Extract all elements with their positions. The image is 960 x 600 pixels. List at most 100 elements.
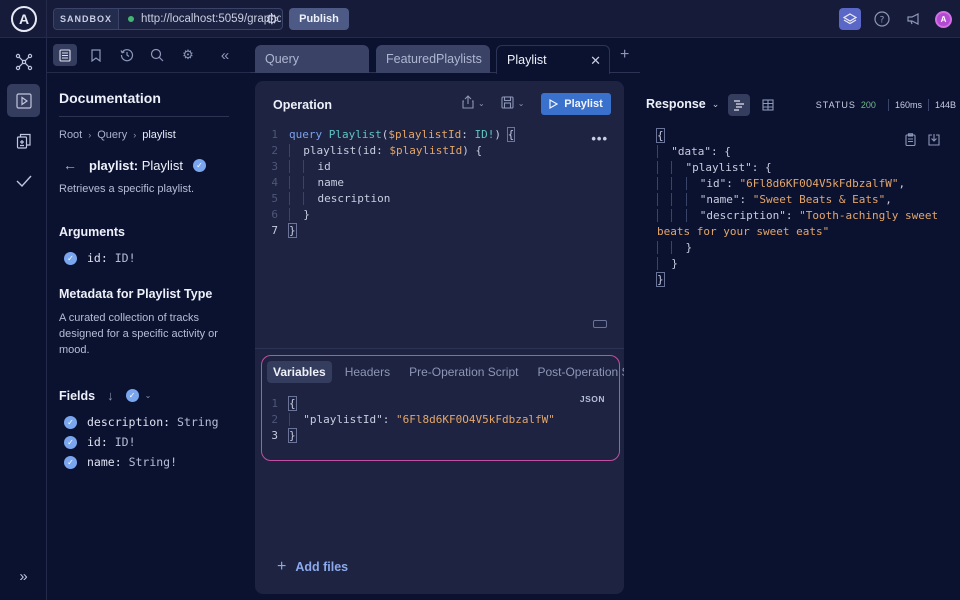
argument-row[interactable]: ✓ id: ID!: [64, 251, 238, 265]
field-row-type[interactable]: String!: [129, 455, 177, 469]
response-body[interactable]: { "data": { "playlist": { "id": "6Fl8d6K…: [656, 128, 957, 288]
bookmark-icon[interactable]: [84, 44, 108, 66]
argument-type[interactable]: ID!: [115, 251, 136, 265]
tab-playlist[interactable]: Playlist ✕: [496, 45, 610, 74]
code-line: 6 }: [271, 208, 310, 221]
settings-icon[interactable]: ⚙: [176, 44, 200, 66]
operation-title: Operation: [273, 98, 333, 112]
tab-label: Playlist: [507, 53, 547, 67]
code-line: {: [656, 128, 665, 143]
select-all-fields-check-icon[interactable]: ✓: [125, 389, 139, 402]
run-operation-button[interactable]: Playlist: [541, 93, 611, 115]
fields-heading: Fields: [59, 388, 96, 403]
operation-editor[interactable]: 1 query Playlist($playlistId: ID!) { 2 pl…: [255, 127, 624, 239]
chevron-right-icon: ›: [133, 130, 137, 140]
docs-toolbar: ⚙ «: [47, 38, 250, 73]
response-time: 160ms: [894, 100, 922, 110]
share-icon[interactable]: [462, 95, 474, 112]
double-chevron-right-icon[interactable]: »: [7, 560, 40, 593]
chevron-down-icon[interactable]: ⌄: [145, 391, 152, 400]
response-title: Response: [646, 97, 706, 111]
response-id-value: "6Fl8d6KF0O4V5kFdbzalfW": [739, 177, 899, 190]
left-nav: »: [0, 38, 47, 600]
field-row-type[interactable]: String: [177, 415, 219, 429]
argument-check-icon[interactable]: ✓: [64, 251, 77, 265]
field-row-name: id:: [87, 435, 108, 449]
variables-editor[interactable]: 1{ 2 "playlistId": "6Fl8d6KF0O4V5kFdbzal…: [255, 396, 555, 444]
keyboard-shortcuts-icon[interactable]: [593, 320, 607, 328]
field-check-icon[interactable]: ✓: [64, 455, 77, 469]
field-row[interactable]: ✓ id: ID!: [64, 435, 238, 449]
add-files-button[interactable]: + Add files: [277, 558, 348, 576]
format-label: JSON: [579, 394, 605, 404]
response-dropdown[interactable]: Response ⌄: [646, 97, 719, 111]
help-icon[interactable]: ?: [871, 8, 893, 30]
sort-arrow-down-icon[interactable]: ↓: [107, 388, 114, 403]
code-line: 7}: [271, 223, 297, 238]
schema-graph-icon[interactable]: [7, 45, 40, 78]
code-line: 4 name: [271, 176, 344, 189]
operation-actions: ⌄ ⌄: [462, 95, 536, 112]
panel-divider[interactable]: [255, 348, 624, 349]
checkmark-icon[interactable]: [7, 164, 40, 197]
endpoint-url-input[interactable]: http://localhost:5059/graphql: [141, 13, 281, 25]
code-line: }: [656, 272, 665, 287]
field-row[interactable]: ✓ name: String!: [64, 455, 238, 469]
tab-pre-operation-script[interactable]: Pre-Operation Script: [403, 361, 524, 383]
apollo-logo[interactable]: A: [11, 6, 37, 32]
field-row-name: name:: [87, 455, 122, 469]
tab-query[interactable]: Query: [255, 45, 369, 73]
tab-headers[interactable]: Headers: [339, 361, 396, 383]
connection-status-icon: [128, 16, 135, 22]
field-row[interactable]: ✓ description: String: [64, 415, 238, 429]
user-avatar[interactable]: A: [935, 10, 952, 28]
code-line: beats for your sweet eats": [657, 224, 957, 240]
variable-key: "playlistId": [303, 413, 383, 426]
code-line: 3 id: [271, 160, 331, 173]
chevron-down-icon: ⌄: [711, 98, 720, 109]
tab-label: FeaturedPlaylists: [386, 52, 482, 66]
tab-featuredplaylists[interactable]: FeaturedPlaylists: [376, 45, 490, 73]
status-code: 200: [860, 100, 876, 110]
checks-diff-icon[interactable]: [7, 124, 40, 157]
back-arrow-icon[interactable]: ←: [63, 157, 77, 173]
collapse-panel-icon[interactable]: «: [213, 44, 237, 66]
json-view-icon[interactable]: [728, 94, 750, 116]
documentation-icon[interactable]: [53, 44, 77, 66]
breadcrumb-root[interactable]: Root: [59, 129, 82, 141]
publish-button[interactable]: Publish: [289, 8, 349, 30]
response-description-value: "Tooth-achingly sweet: [799, 209, 939, 222]
connection-settings-gear-icon[interactable]: ⚙: [265, 11, 278, 28]
run-button-label: Playlist: [564, 98, 603, 110]
field-check-icon[interactable]: ✓: [64, 435, 77, 449]
tab-variables[interactable]: Variables: [267, 361, 332, 383]
table-view-icon[interactable]: [757, 94, 779, 116]
field-type[interactable]: Playlist: [142, 158, 183, 173]
variable-value: "6Fl8d6KF0O4V5kFdbzalfW": [395, 413, 555, 426]
field-selected-check-icon[interactable]: ✓: [192, 158, 206, 172]
schema-reference-icon[interactable]: [839, 8, 861, 30]
history-icon[interactable]: [115, 44, 139, 66]
field-check-icon[interactable]: ✓: [64, 415, 77, 429]
close-tab-icon[interactable]: ✕: [590, 53, 601, 69]
chevron-down-icon[interactable]: ⌄: [518, 99, 525, 108]
code-line: "description": "Tooth-achingly sweet: [657, 208, 957, 224]
code-line: }: [657, 256, 957, 272]
response-size: 144B: [934, 100, 956, 110]
chevron-down-icon[interactable]: ⌄: [478, 99, 485, 108]
add-tab-plus-icon[interactable]: +: [620, 46, 629, 64]
code-line: 2 playlist(id: $playlistId) {: [271, 144, 483, 157]
breadcrumb-query[interactable]: Query: [97, 129, 127, 141]
variables-section: Variables Headers Pre-Operation Script P…: [261, 355, 624, 461]
megaphone-icon[interactable]: [903, 8, 925, 30]
save-icon[interactable]: [501, 95, 514, 112]
field-row-name: description:: [87, 415, 171, 429]
tab-post-operation-script[interactable]: Post-Operation Script: [531, 361, 624, 383]
field-row-type[interactable]: ID!: [115, 435, 136, 449]
code-line: 5 description: [271, 192, 391, 205]
explorer-play-icon[interactable]: [7, 84, 40, 117]
search-icon[interactable]: [145, 44, 169, 66]
code-line: 3}: [271, 428, 297, 443]
metadata-description: A curated collection of tracks designed …: [59, 312, 218, 356]
svg-text:?: ?: [880, 16, 885, 26]
